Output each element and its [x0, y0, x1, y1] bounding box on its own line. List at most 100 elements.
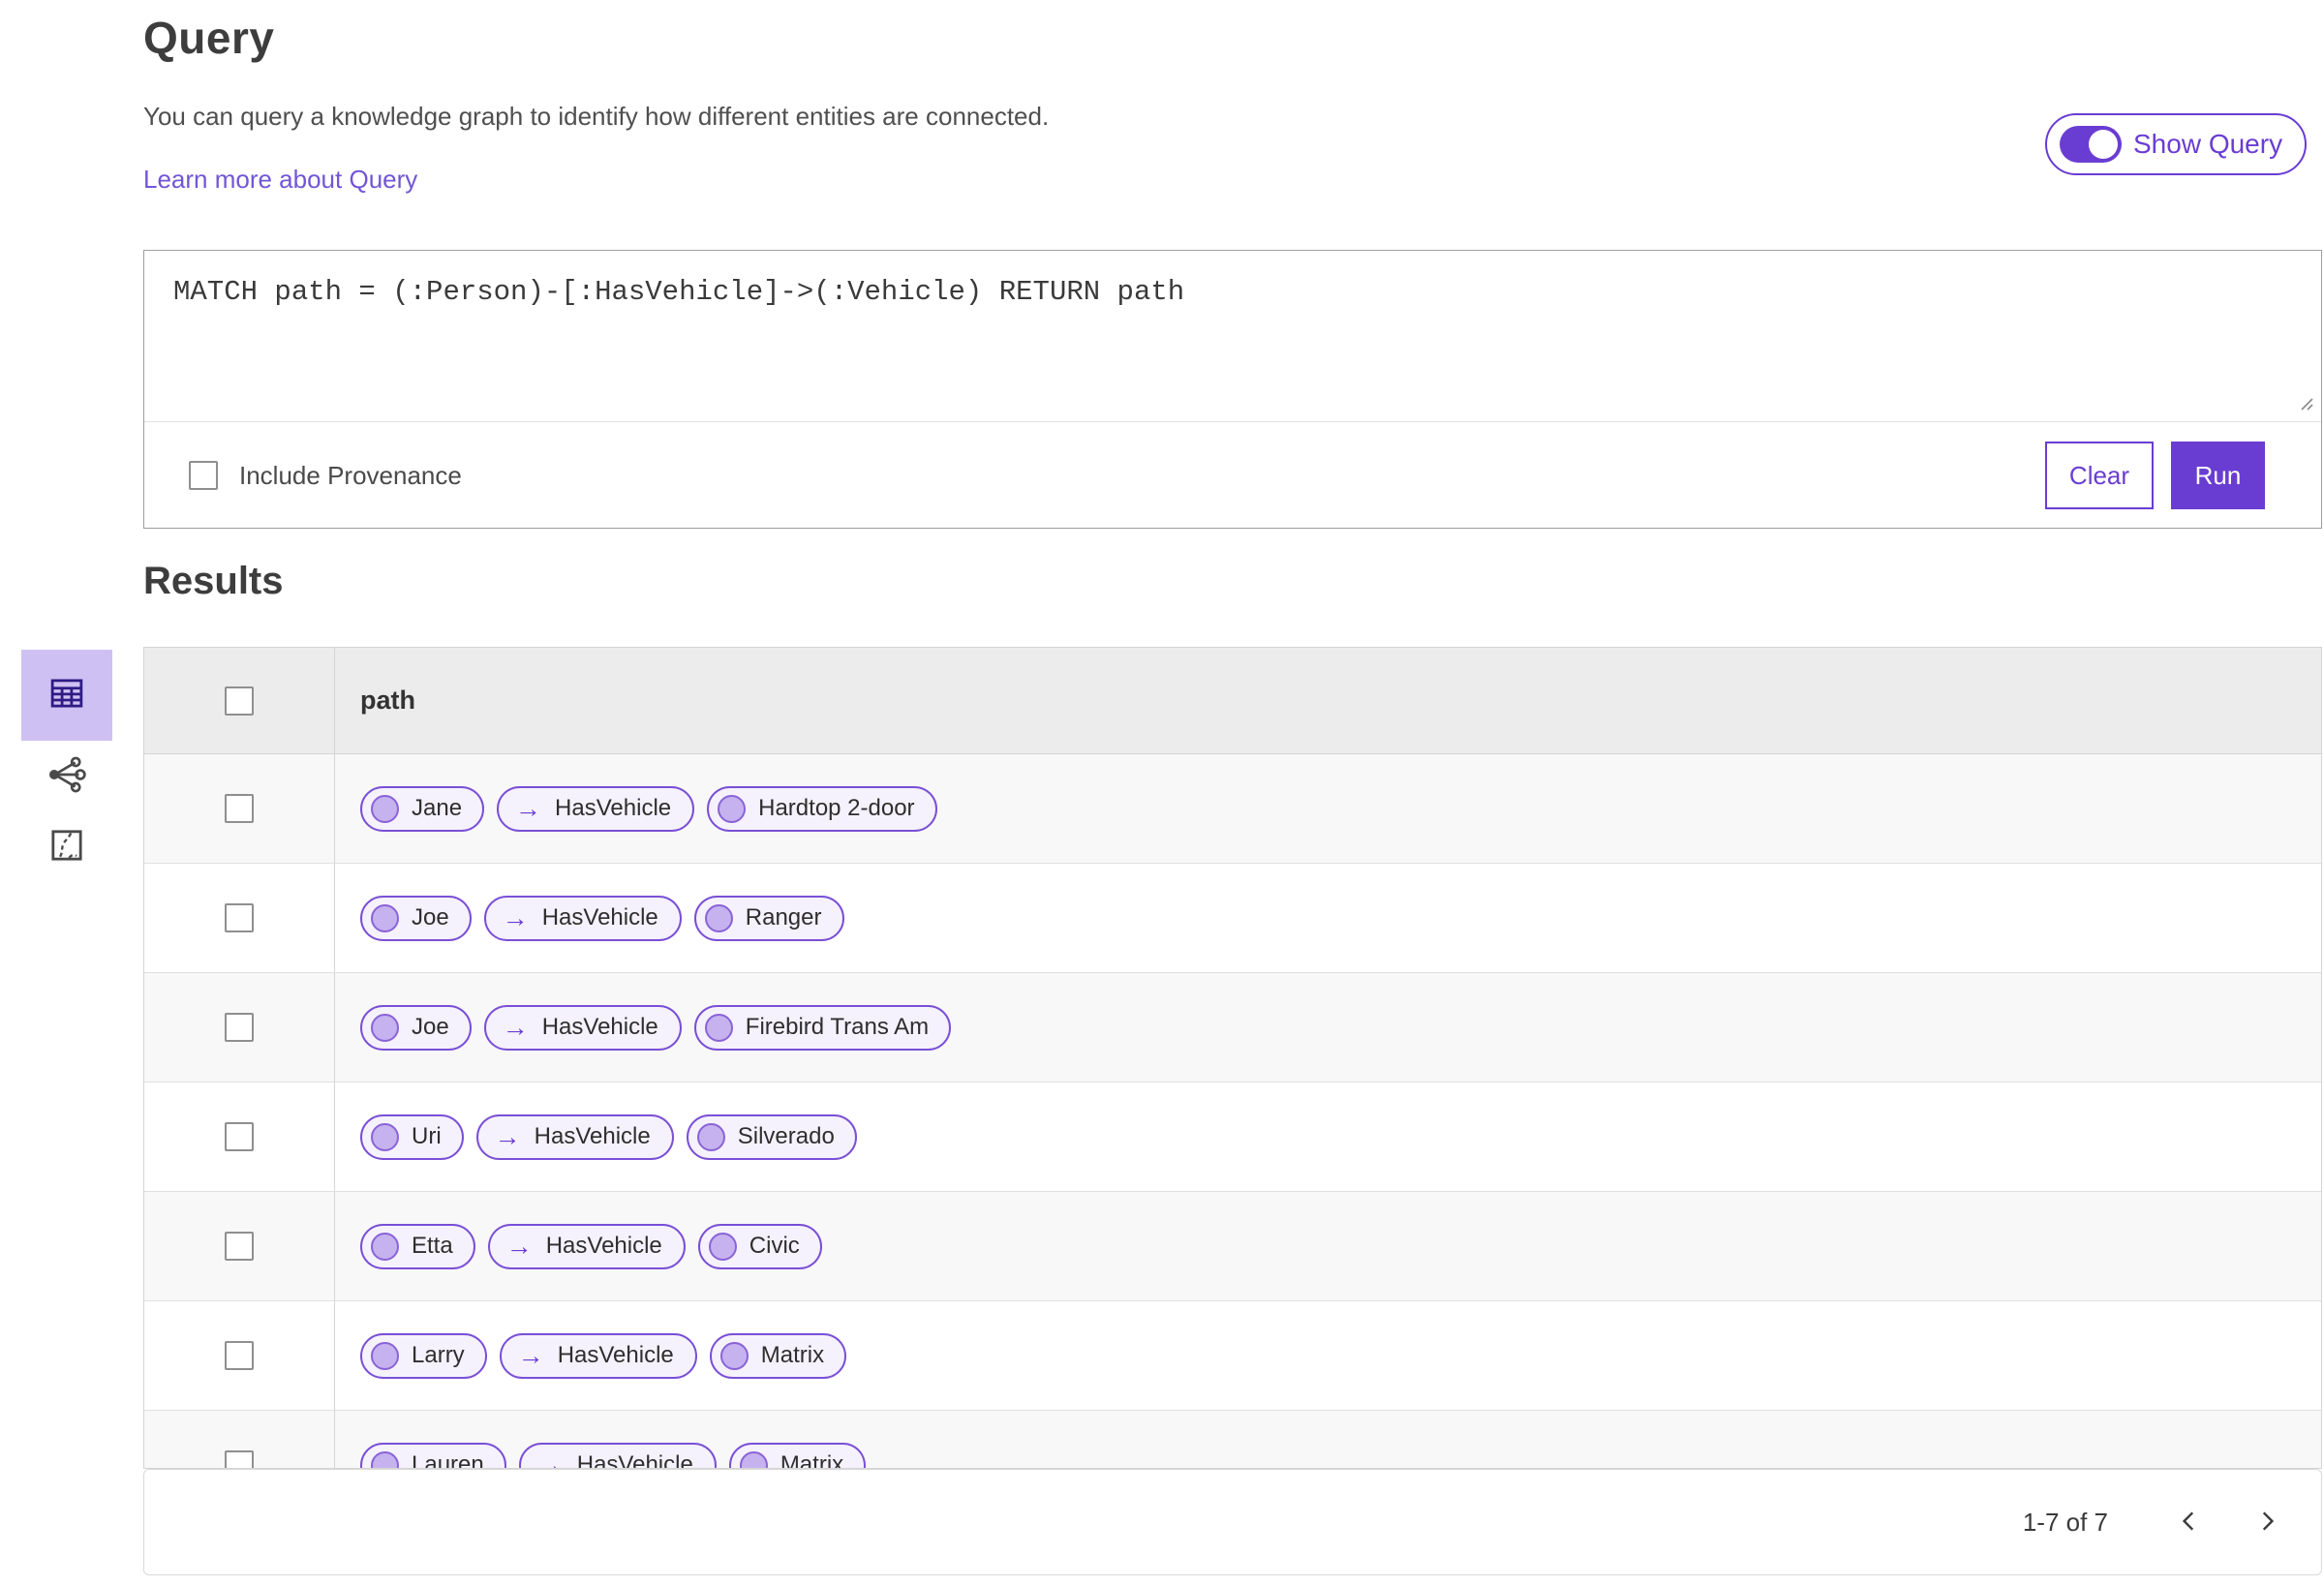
node-circle-icon	[371, 794, 399, 823]
pill-label: Hardtop 2-door	[758, 795, 915, 821]
path-column-header: path	[360, 686, 415, 715]
pagination-prev-button[interactable]	[2168, 1501, 2211, 1543]
include-provenance-group: Include Provenance	[189, 461, 462, 491]
node-circle-icon	[371, 1341, 399, 1370]
include-provenance-label: Include Provenance	[239, 460, 462, 490]
row-checkbox[interactable]	[225, 794, 254, 823]
resize-handle-icon[interactable]	[2294, 391, 2315, 417]
map-view-button[interactable]	[21, 812, 112, 882]
node-pill[interactable]: Uri	[360, 1113, 464, 1160]
pill-label: Matrix	[760, 1342, 825, 1368]
relationship-arrow-icon: →	[505, 1231, 533, 1261]
pagination-next-button[interactable]	[2246, 1501, 2288, 1543]
node-circle-icon	[708, 1232, 737, 1261]
node-pill[interactable]: Ranger	[693, 895, 844, 941]
table-row: Joe → HasVehicle Ranger	[144, 864, 2321, 973]
relationship-pill[interactable]: → HasVehicle	[497, 785, 695, 832]
row-checkbox-cell	[144, 1411, 335, 1468]
row-checkbox[interactable]	[225, 1013, 254, 1042]
query-editor-textarea[interactable]: MATCH path = (:Person)-[:HasVehicle]->(:…	[144, 251, 2321, 421]
learn-more-link[interactable]: Learn more about Query	[143, 165, 417, 195]
map-icon	[47, 826, 86, 869]
toggle-knob	[2089, 130, 2118, 159]
path-header-cell: path	[335, 648, 2321, 753]
select-all-cell	[144, 648, 335, 753]
query-description: You can query a knowledge graph to ident…	[143, 102, 1050, 131]
node-circle-icon	[704, 1013, 733, 1042]
node-pill[interactable]: Joe	[360, 1004, 472, 1051]
node-circle-icon	[739, 1450, 768, 1468]
row-checkbox[interactable]	[225, 1232, 254, 1261]
row-checkbox[interactable]	[225, 903, 254, 932]
table-header-row: path	[144, 648, 2321, 754]
relationship-pill[interactable]: → HasVehicle	[499, 1332, 697, 1379]
chevron-left-icon	[2177, 1509, 2202, 1537]
table-view-button[interactable]	[21, 650, 112, 741]
node-pill[interactable]: Lauren	[360, 1442, 506, 1468]
row-path-cell: Uri → HasVehicle Silverado	[335, 1083, 2321, 1191]
show-query-toggle[interactable]: Show Query	[2045, 113, 2307, 175]
run-button[interactable]: Run	[2171, 442, 2265, 509]
select-all-checkbox[interactable]	[225, 686, 254, 716]
node-circle-icon	[719, 1341, 749, 1370]
table-row: Etta → HasVehicle Civic	[144, 1192, 2321, 1301]
node-pill[interactable]: Firebird Trans Am	[693, 1004, 952, 1051]
node-circle-icon	[718, 794, 747, 823]
pagination-range-label: 1-7 of 7	[2022, 1507, 2108, 1537]
node-pill[interactable]: Hardtop 2-door	[707, 785, 937, 832]
row-path-cell: Joe → HasVehicle Ranger	[335, 864, 2321, 972]
pill-label: Silverado	[737, 1123, 835, 1149]
node-circle-icon	[371, 1232, 399, 1261]
relationship-pill[interactable]: → HasVehicle	[483, 895, 682, 941]
results-table: path Jane → HasVehicle Hardtop 2-door Joe → H…	[143, 647, 2322, 1469]
pill-label: HasVehicle	[545, 1233, 662, 1259]
row-checkbox-cell	[144, 1301, 335, 1410]
row-checkbox[interactable]	[225, 1341, 254, 1370]
query-toolbar: Include Provenance Clear Run	[144, 422, 2321, 529]
node-pill[interactable]: Larry	[360, 1332, 487, 1379]
query-editor-wrap: MATCH path = (:Person)-[:HasVehicle]->(:…	[144, 251, 2321, 422]
node-pill[interactable]: Jane	[360, 785, 485, 832]
row-checkbox-cell	[144, 1192, 335, 1300]
relationship-pill[interactable]: → HasVehicle	[487, 1223, 686, 1269]
node-circle-icon	[704, 903, 733, 932]
row-path-cell: Larry → HasVehicle Matrix	[335, 1301, 2321, 1410]
pill-label: HasVehicle	[541, 904, 658, 930]
node-pill[interactable]: Etta	[360, 1223, 475, 1269]
pill-label: HasVehicle	[541, 1014, 658, 1040]
relationship-pill[interactable]: → HasVehicle	[483, 1004, 682, 1051]
query-panel: MATCH path = (:Person)-[:HasVehicle]->(:…	[143, 250, 2322, 529]
node-pill[interactable]: Civic	[697, 1223, 822, 1269]
include-provenance-checkbox[interactable]	[189, 461, 218, 490]
link-chart-icon	[45, 752, 89, 802]
row-checkbox[interactable]	[225, 1450, 254, 1468]
relationship-pill[interactable]: → HasVehicle	[518, 1442, 717, 1468]
show-query-label: Show Query	[2133, 129, 2283, 159]
node-circle-icon	[371, 903, 399, 932]
node-pill[interactable]: Silverado	[686, 1113, 857, 1160]
node-pill[interactable]: Joe	[360, 895, 472, 941]
table-row: Larry → HasVehicle Matrix	[144, 1301, 2321, 1411]
node-circle-icon	[371, 1122, 399, 1151]
query-actions: Clear Run	[2045, 442, 2265, 509]
row-checkbox[interactable]	[225, 1122, 254, 1151]
results-pagination-bar: 1-7 of 7	[143, 1469, 2322, 1575]
relationship-arrow-icon: →	[517, 1340, 544, 1370]
node-pill[interactable]: Matrix	[709, 1332, 847, 1379]
node-circle-icon	[371, 1013, 399, 1042]
clear-button[interactable]: Clear	[2045, 442, 2154, 509]
relationship-arrow-icon: →	[502, 1012, 529, 1042]
row-path-cell: Joe → HasVehicle Firebird Trans Am	[335, 973, 2321, 1082]
relationship-arrow-icon: →	[515, 793, 542, 823]
pill-label: HasVehicle	[555, 795, 672, 821]
table-row: Joe → HasVehicle Firebird Trans Am	[144, 973, 2321, 1083]
page-title: Query	[143, 13, 275, 63]
node-pill[interactable]: Matrix	[728, 1442, 867, 1468]
link-chart-view-button[interactable]	[21, 742, 112, 811]
relationship-arrow-icon: →	[494, 1121, 521, 1151]
pill-label: Joe	[412, 904, 449, 930]
table-icon	[46, 673, 87, 718]
row-path-cell: Jane → HasVehicle Hardtop 2-door	[335, 754, 2321, 863]
table-row: Jane → HasVehicle Hardtop 2-door	[144, 754, 2321, 864]
relationship-pill[interactable]: → HasVehicle	[475, 1113, 674, 1160]
